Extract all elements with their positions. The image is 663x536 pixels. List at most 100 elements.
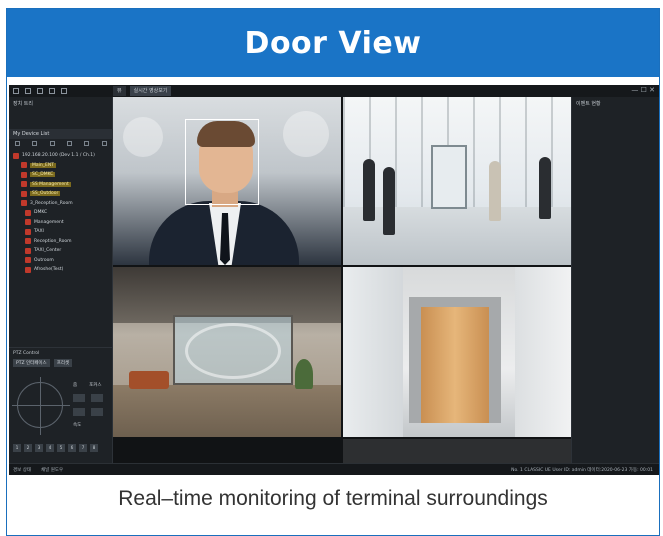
tab-view[interactable]: 뷰 [113,86,126,96]
alarm-status[interactable]: 경보 상태 [13,467,31,473]
folder-icon[interactable] [37,88,43,94]
tree-item-label: Afroshe(Test) [34,267,64,273]
preset-1-button[interactable]: 1 [13,444,21,452]
tree-item-label: Main_ENT [30,162,56,168]
walking-person [383,167,395,235]
ptz-joystick[interactable] [12,377,70,435]
sidebar-title: 장치 트리 [13,101,33,107]
status-info: No. 1 CLASSIC UE User ID: admin 데이터:2020… [511,468,653,473]
list-icon[interactable] [67,141,73,146]
refresh-icon[interactable] [84,141,90,146]
elevator-wall-left [343,267,403,437]
tree-item-label: TAXI_Center [34,248,62,254]
background-blur [123,117,163,157]
plant [295,359,313,389]
zoom-focus-controls: 줌 포커스 속도 [73,382,109,428]
preset-buttons: 1 2 3 4 5 6 7 8 [13,444,98,452]
video-tile-lobby[interactable] [343,97,571,265]
camera-group-icon [21,190,27,197]
focus-far-button[interactable] [91,408,103,416]
video-grid [113,97,571,463]
status-bar: 경보 상태 채널 원도우 No. 1 CLASSIC UE User ID: a… [9,463,659,475]
settings-icon[interactable] [101,141,107,146]
preset-4-button[interactable]: 4 [46,444,54,452]
window-controls[interactable]: — ☐ ✕ [631,86,655,94]
camera-icon [25,209,31,216]
zoom-out-button[interactable] [73,408,85,416]
add-icon[interactable] [15,141,21,146]
focus-near-button[interactable] [91,394,103,402]
tree-item-label: DMKC [34,210,48,216]
ptz-button-row: PTZ 인터페이스 프리셋 [9,359,113,367]
camera-icon [25,228,31,235]
preset-8-button[interactable]: 8 [90,444,98,452]
camera-group-icon [21,162,27,169]
camera-icon[interactable] [25,88,31,94]
device-sidebar: 장치 트리 My Device List 192.168.20.100 (Dev… [9,97,113,463]
tree-item[interactable]: SS_Outdoor [13,189,111,199]
tree-item-label: SC_DMKC [30,172,56,178]
sidebar-toolbar [9,139,113,148]
folder-icon[interactable] [32,141,38,146]
preset-6-button[interactable]: 6 [68,444,76,452]
monitor-icon[interactable] [49,88,55,94]
tree-item-label: 3_Reception_Room [30,200,73,206]
view-tabs: 뷰 실시간 영상보기 [113,85,172,97]
zoom-label: 줌 [73,383,78,388]
tree-item-label: Outroom [34,257,54,263]
tree-item-label: SS Management [30,181,71,187]
menu-icon[interactable] [13,88,19,94]
event-panel: 이벤트 현황 [571,97,659,463]
elevator-wall-right [515,267,571,437]
camera-icon [25,257,31,264]
zoom-in-button[interactable] [73,394,85,402]
tree-item[interactable]: DMKC [13,208,111,218]
speed-label: 속도 [73,423,82,428]
walking-person [489,161,501,221]
tree-item-label: TAXI [34,229,44,235]
ptz-interface-button[interactable]: PTZ 인터페이스 [13,359,50,367]
video-tile-partial[interactable] [343,439,571,463]
grid-icon[interactable] [49,141,55,146]
layout-icon[interactable] [61,88,67,94]
camera-group-icon [21,171,27,178]
tree-item[interactable]: TAXI [13,227,111,237]
promo-frame: Door View 뷰 실시간 영상보기 — ☐ ✕ 장치 트리 My Devi… [6,8,660,536]
device-icon [13,152,19,159]
preset-3-button[interactable]: 3 [35,444,43,452]
camera-group-icon [21,200,27,207]
status-left: 경보 상태 채널 원도우 [13,467,63,473]
preset-7-button[interactable]: 7 [79,444,87,452]
tree-item[interactable]: Afroshe(Test) [13,265,111,275]
tree-item-label: 192.168.20.100 (Dev 1.1 / Ch.1) [22,153,95,159]
tree-item[interactable]: SC_DMKC [13,170,111,180]
tree-item-label: Reception_Room [34,238,72,244]
tree-item[interactable]: 192.168.20.100 (Dev 1.1 / Ch.1) [13,151,111,161]
tree-item-label: Management [34,219,64,225]
face-detection-box [185,119,259,205]
tree-item[interactable]: 3_Reception_Room [13,199,111,209]
preset-2-button[interactable]: 2 [24,444,32,452]
tree-item[interactable]: Main_ENT [13,161,111,171]
tab-live-video[interactable]: 실시간 영상보기 [129,86,172,96]
preset-5-button[interactable]: 5 [57,444,65,452]
video-tile-elevator[interactable] [343,267,571,437]
camera-icon [25,247,31,254]
lobby-floor [343,207,571,265]
tree-item[interactable]: Outroom [13,256,111,266]
tree-item[interactable]: TAXI_Center [13,246,111,256]
banner-title: Door View [244,25,422,61]
tree-item[interactable]: Reception_Room [13,237,111,247]
camera-icon [25,266,31,273]
tree-item[interactable]: SS Management [13,180,111,190]
video-tile-face-detection[interactable] [113,97,341,265]
tree-item[interactable]: Management [13,218,111,228]
elevator-door [421,307,489,423]
preset-button[interactable]: 프리셋 [53,359,73,367]
camera-group-icon [21,181,27,188]
glass-door [431,145,467,209]
wall-graphic [185,323,281,379]
title-banner: Door View [7,9,659,77]
video-tile-office[interactable] [113,267,341,437]
channel-window[interactable]: 채널 원도우 [41,467,63,473]
